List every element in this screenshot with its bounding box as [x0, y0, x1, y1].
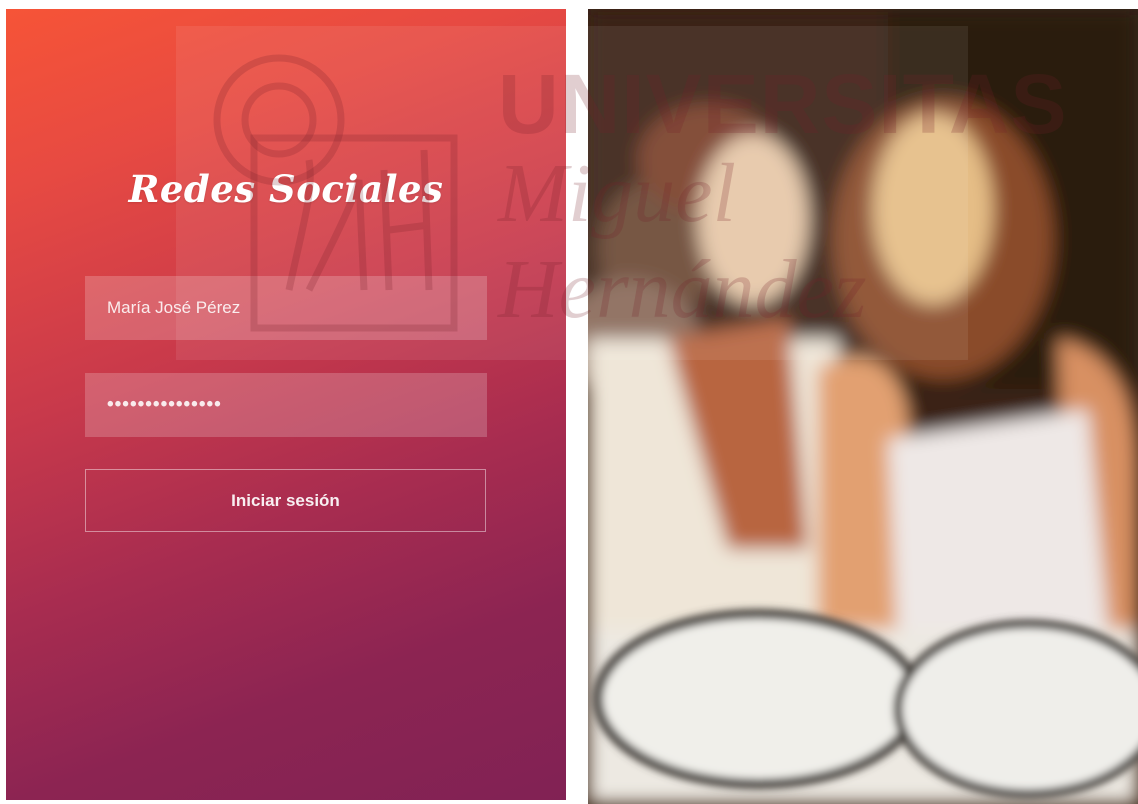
username-value: María José Pérez: [107, 298, 241, 317]
screen: Redes Sociales María José Pérez ••••••••…: [0, 0, 1138, 804]
password-mask: •••••••••••••••: [107, 394, 222, 415]
illustration-panel: [588, 9, 1138, 804]
login-panel: Redes Sociales María José Pérez ••••••••…: [6, 9, 566, 800]
username-input[interactable]: María José Pérez: [85, 276, 487, 340]
app-title: Redes Sociales: [128, 167, 444, 211]
couple-illustration: [588, 9, 1138, 804]
password-input[interactable]: •••••••••••••••: [85, 373, 487, 437]
login-button[interactable]: Iniciar sesión: [85, 469, 486, 532]
